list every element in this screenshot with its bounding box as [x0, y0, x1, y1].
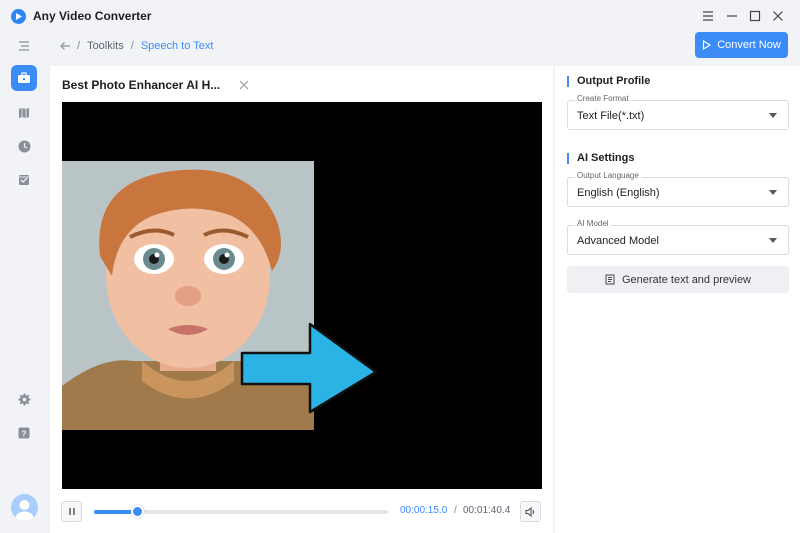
app-title: Any Video Converter — [33, 9, 152, 23]
generate-text-label: Generate text and preview — [621, 273, 752, 286]
menu-icon[interactable] — [11, 33, 37, 59]
maximize-icon[interactable] — [747, 8, 763, 24]
svg-text:?: ? — [21, 428, 26, 438]
ai-model-value: Advanced Model — [577, 235, 659, 247]
document-icon — [605, 274, 615, 285]
output-profile-title: Output Profile — [567, 76, 650, 87]
chevron-down-icon — [769, 238, 777, 243]
convert-now-label: Convert Now — [717, 39, 781, 51]
video-preview[interactable] — [62, 102, 542, 489]
seek-bar[interactable] — [94, 505, 388, 518]
ai-model-label: AI Model — [575, 219, 611, 228]
time-separator: / — [454, 505, 457, 516]
title-bar: Any Video Converter — [0, 0, 800, 32]
output-language-value: English (English) — [577, 187, 660, 199]
total-time: 00:01:40.4 — [463, 505, 511, 516]
generate-text-button[interactable]: Generate text and preview — [567, 266, 789, 293]
create-format-value: Text File(*.txt) — [577, 110, 645, 122]
arrow-overlay-icon — [240, 322, 378, 414]
current-time: 00:00:15.0 — [400, 505, 448, 516]
seek-bar-handle[interactable] — [131, 505, 144, 518]
volume-button[interactable] — [520, 501, 541, 522]
breadcrumb-separator: / — [130, 40, 134, 52]
close-icon[interactable] — [770, 8, 786, 24]
player-panel: Best Photo Enhancer AI H... 00:00:15.0 /… — [50, 66, 553, 533]
output-language-select[interactable]: Output Language English (English) — [567, 171, 789, 207]
file-title: Best Photo Enhancer AI H... — [62, 78, 221, 92]
map-icon[interactable] — [11, 100, 37, 126]
player-controls: 00:00:15.0 / 00:01:40.4 — [61, 501, 541, 523]
back-arrow-icon[interactable] — [59, 41, 71, 51]
clock-icon[interactable] — [11, 133, 37, 159]
breadcrumb: / Toolkits / Speech to Text — [59, 39, 213, 53]
toolbox-icon[interactable] — [11, 65, 37, 91]
chevron-down-icon — [769, 190, 777, 195]
ai-model-select[interactable]: AI Model Advanced Model — [567, 219, 789, 255]
ai-settings-title: AI Settings — [567, 153, 634, 164]
app-logo-icon — [11, 9, 26, 24]
hamburger-icon[interactable] — [700, 8, 716, 24]
play-outline-icon — [702, 40, 712, 50]
breadcrumb-root[interactable]: Toolkits — [87, 40, 124, 52]
close-file-icon[interactable] — [238, 78, 250, 90]
sidebar: ? — [0, 32, 50, 533]
minimize-icon[interactable] — [724, 8, 740, 24]
help-icon[interactable]: ? — [11, 420, 37, 446]
settings-icon[interactable] — [11, 386, 37, 412]
pause-button[interactable] — [61, 501, 82, 522]
create-format-select[interactable]: Create Format Text File(*.txt) — [567, 94, 789, 130]
settings-panel: Output Profile Create Format Text File(*… — [555, 66, 800, 533]
avatar[interactable] — [11, 494, 38, 521]
create-format-label: Create Format — [575, 94, 631, 103]
checklist-icon[interactable] — [11, 167, 37, 193]
breadcrumb-current: Speech to Text — [140, 40, 214, 52]
breadcrumb-separator: / — [77, 40, 81, 52]
output-language-label: Output Language — [575, 171, 641, 180]
convert-now-button[interactable]: Convert Now — [695, 32, 788, 58]
chevron-down-icon — [769, 113, 777, 118]
